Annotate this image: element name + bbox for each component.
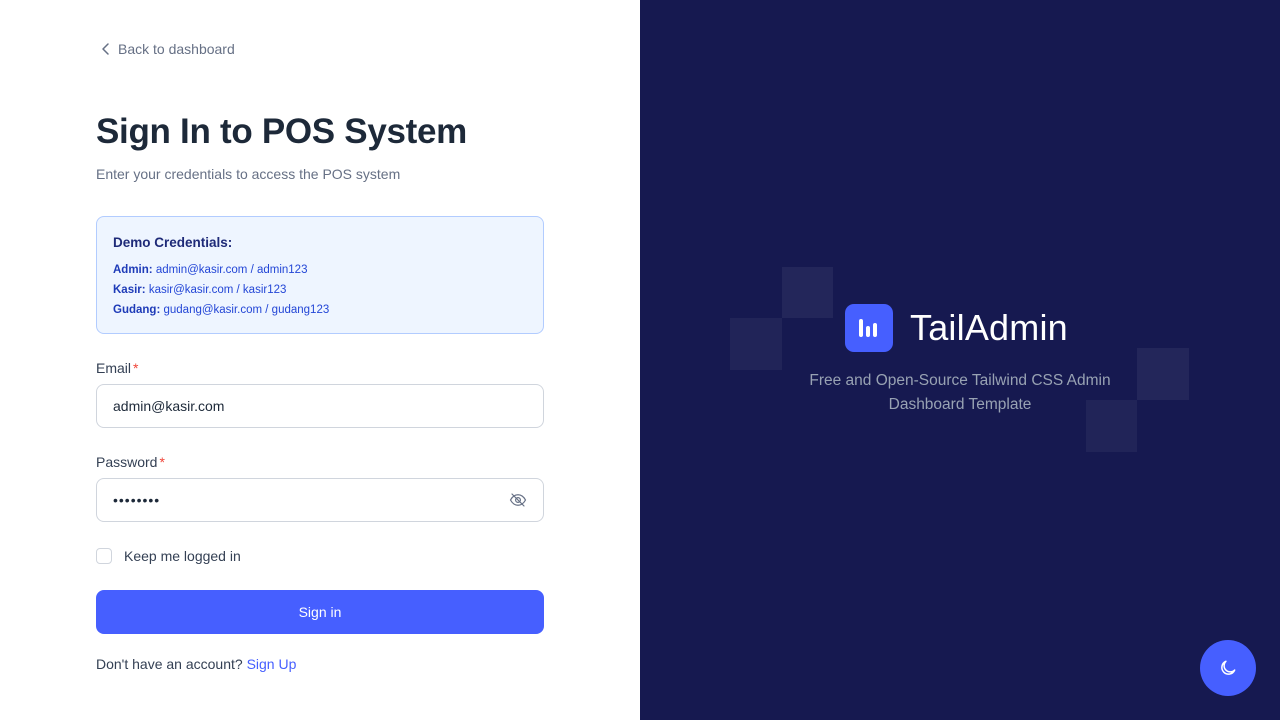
chevron-left-icon — [102, 43, 109, 55]
signup-prompt: Don't have an account? Sign Up — [96, 656, 296, 672]
demo-role: Admin: — [113, 264, 153, 276]
demo-credential-gudang: Gudang: gudang@kasir.com / gudang123 — [113, 300, 527, 320]
page-subtitle: Enter your credentials to access the POS… — [96, 166, 401, 182]
email-label: Email * — [96, 360, 138, 376]
demo-credentials-box: Demo Credentials: Admin: admin@kasir.com… — [96, 216, 544, 334]
demo-credential-kasir: Kasir: kasir@kasir.com / kasir123 — [113, 280, 527, 300]
demo-credentials-title: Demo Credentials: — [113, 235, 233, 250]
eye-off-icon[interactable] — [509, 491, 527, 509]
remember-me-checkbox[interactable] — [96, 548, 112, 564]
sign-up-link[interactable]: Sign Up — [247, 656, 297, 672]
required-mark: * — [159, 454, 165, 470]
remember-me-row: Keep me logged in — [96, 548, 241, 564]
sign-in-button[interactable]: Sign in — [96, 590, 544, 634]
brand-name: TailAdmin — [910, 307, 1068, 348]
demo-value: kasir@kasir.com / kasir123 — [148, 284, 287, 296]
signin-page: Back to dashboard Sign In to POS System … — [0, 0, 1280, 720]
demo-credential-admin: Admin: admin@kasir.com / admin123 — [113, 260, 527, 280]
remember-me-label[interactable]: Keep me logged in — [124, 548, 241, 564]
grid-pattern-decoration — [640, 160, 1280, 560]
page-title: Sign In to POS System — [96, 112, 467, 151]
brand-logo-group: TailAdmin — [845, 304, 1068, 352]
email-label-text: Email — [96, 360, 132, 376]
bar-chart-icon — [845, 304, 893, 352]
password-label: Password * — [96, 454, 165, 470]
theme-toggle-button[interactable] — [1200, 640, 1256, 696]
password-field-wrapper — [96, 478, 544, 522]
back-to-dashboard-link[interactable]: Back to dashboard — [100, 41, 235, 57]
brand-panel: TailAdmin Free and Open-Source Tailwind … — [640, 0, 1280, 720]
email-field[interactable] — [113, 398, 527, 414]
demo-value: gudang@kasir.com / gudang123 — [163, 304, 330, 316]
signin-form-panel: Back to dashboard Sign In to POS System … — [0, 0, 640, 720]
brand-tagline: Free and Open-Source Tailwind CSS Admin … — [809, 372, 1111, 413]
password-field[interactable] — [113, 492, 527, 508]
email-field-wrapper — [96, 384, 544, 428]
password-label-text: Password — [96, 454, 158, 470]
moon-icon — [1221, 660, 1236, 675]
required-mark: * — [133, 360, 139, 376]
back-link-label: Back to dashboard — [118, 41, 235, 57]
signup-prompt-text: Don't have an account? — [96, 656, 243, 672]
demo-role: Gudang: — [113, 304, 161, 316]
demo-role: Kasir: — [113, 284, 146, 296]
demo-value: admin@kasir.com / admin123 — [155, 264, 308, 276]
